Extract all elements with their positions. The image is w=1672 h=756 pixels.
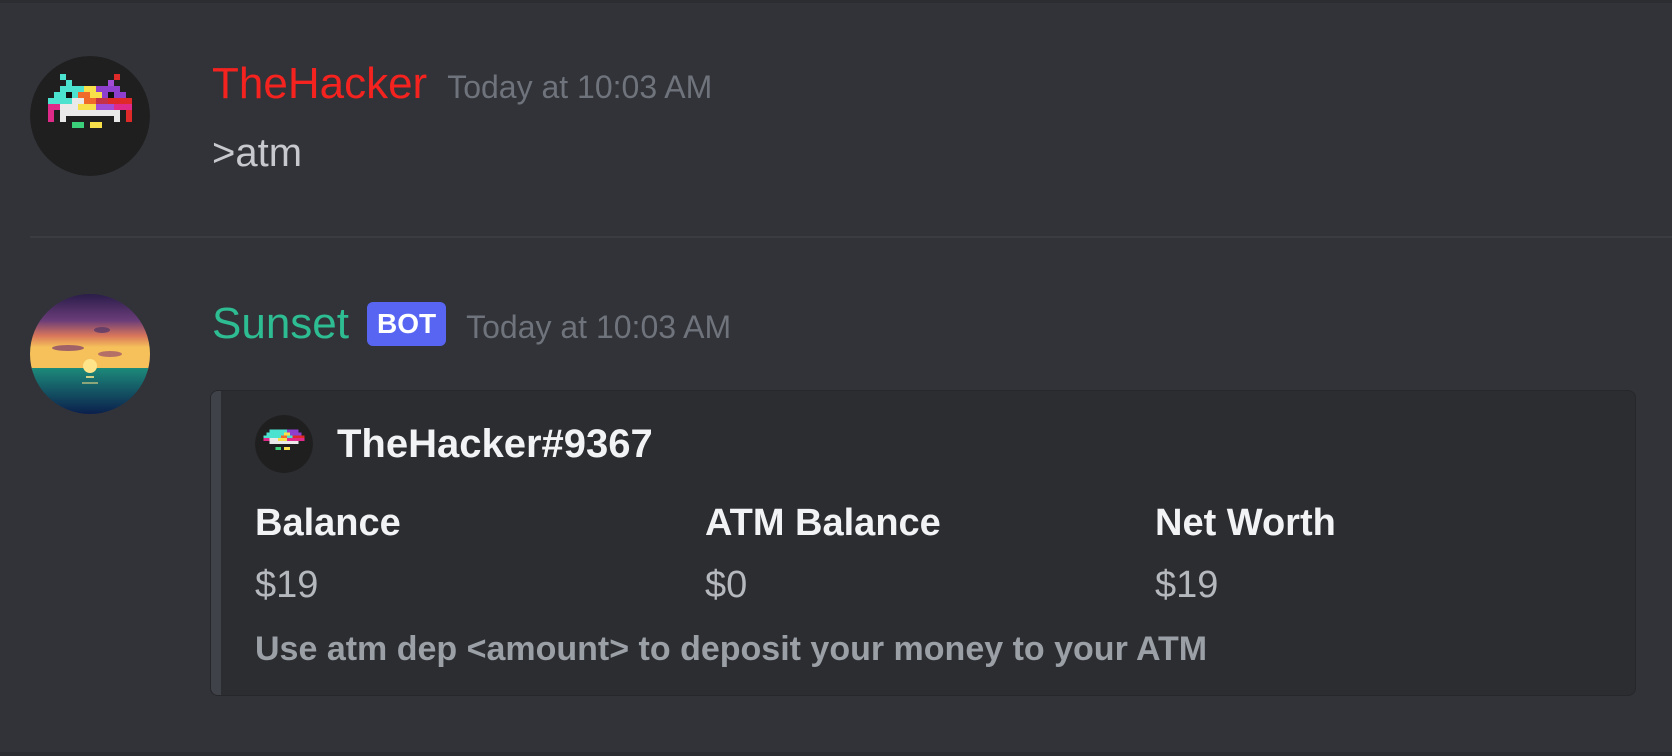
embed-author: TheHacker#9367 [255, 415, 653, 473]
field-value: $19 [255, 564, 319, 606]
sunset-icon[interactable] [30, 294, 150, 414]
message-header: Sunset BOT Today at 10:03 AM [212, 298, 731, 350]
message-header: TheHacker Today at 10:03 AM [212, 58, 712, 110]
embed-description: Use atm dep <amount> to deposit your mon… [255, 630, 1208, 668]
username[interactable]: TheHacker [212, 58, 427, 110]
bot-tag: BOT [366, 302, 447, 346]
field-name: Balance [255, 502, 401, 544]
message-content: >atm [212, 131, 303, 175]
embed-author-name: TheHacker#9367 [337, 422, 653, 466]
bottom-divider [0, 752, 1672, 756]
message-divider [30, 236, 1672, 238]
field-name: Net Worth [1155, 502, 1336, 544]
space-invader-icon [255, 415, 313, 473]
field-value: $0 [705, 564, 748, 606]
field-name: ATM Balance [705, 502, 941, 544]
embed: TheHacker#9367 Balance $19 ATM Balance $… [210, 390, 1636, 696]
timestamp[interactable]: Today at 10:03 AM [466, 305, 731, 349]
embed-color-bar [211, 391, 221, 695]
embed-field-net-worth: Net Worth $19 [1155, 499, 1336, 609]
username[interactable]: Sunset [212, 298, 349, 350]
field-value: $19 [1155, 564, 1219, 606]
embed-field-balance: Balance $19 [255, 499, 401, 609]
chat-view: TheHacker Today at 10:03 AM >atm Sunset … [0, 0, 1672, 756]
embed-field-atm-balance: ATM Balance $0 [705, 499, 941, 609]
top-divider [0, 0, 1672, 3]
space-invader-icon[interactable] [30, 56, 150, 176]
timestamp[interactable]: Today at 10:03 AM [447, 65, 712, 109]
